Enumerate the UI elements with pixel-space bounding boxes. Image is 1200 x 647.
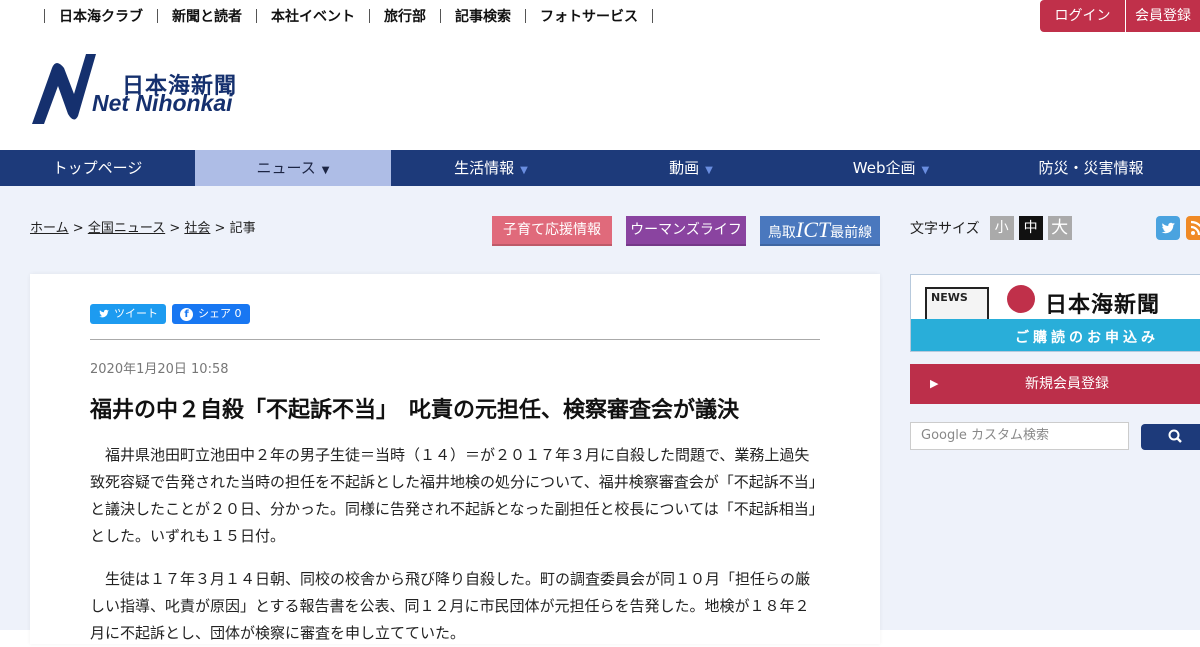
divider <box>525 9 526 23</box>
nav-video[interactable]: 動画 ▼ <box>591 150 791 186</box>
register-button[interactable]: 会員登録 <box>1126 0 1200 32</box>
nav-label: ニュース <box>256 159 316 177</box>
article-title: 福井の中２自殺「不起訴不当」 叱責の元担任、検察審査会が議決 <box>90 398 740 423</box>
caret-down-icon: ▼ <box>705 165 713 176</box>
search-button[interactable] <box>1141 424 1200 450</box>
search-input[interactable]: Google カスタム検索 <box>910 422 1129 450</box>
news-label: NEWS <box>931 291 968 304</box>
subscribe-banner[interactable]: NEWS 日本海新聞 ご購読のお申込み <box>910 274 1200 352</box>
nav-top[interactable]: トップページ <box>0 150 195 186</box>
subscribe-cta: ご購読のお申込み <box>911 319 1200 351</box>
main-nav: トップページ ニュース ▼ 生活情報 ▼ 動画 ▼ Web企画 ▼ 防災・災害情報 <box>0 150 1200 186</box>
breadcrumb-sep: > <box>72 221 84 236</box>
breadcrumb-sep: > <box>169 221 181 236</box>
divider <box>652 9 653 23</box>
breadcrumb-national[interactable]: 全国ニュース <box>88 221 165 236</box>
twitter-bird-icon <box>99 309 109 318</box>
nav-news[interactable]: ニュース ▼ <box>195 150 391 186</box>
utility-link-club[interactable]: 日本海クラブ <box>59 6 143 26</box>
utility-link-events[interactable]: 本社イベント <box>271 6 355 26</box>
paragraph-text: 生徒は１７年３月１４日朝、同校の校舎から飛び降り自殺した。町の調査委員会が同１０… <box>90 570 811 642</box>
font-size-label: 文字サイズ <box>910 221 980 237</box>
utility-link-readers[interactable]: 新聞と読者 <box>172 6 242 26</box>
paper-name: 日本海新聞 <box>1045 293 1161 318</box>
banner-women[interactable]: ウーマンズライフ <box>626 216 746 246</box>
utility-link-photo[interactable]: フォトサービス <box>540 6 638 26</box>
tweet-button[interactable]: ツイート <box>90 304 166 324</box>
utility-link-travel[interactable]: 旅行部 <box>384 6 426 26</box>
logo-subtitle: Net Nihonkai <box>92 90 233 116</box>
banner-ict[interactable]: 鳥取ICT最前線 <box>760 216 880 246</box>
font-size-large-button[interactable]: 大 <box>1047 216 1072 240</box>
share-divider <box>90 339 820 340</box>
utility-nav: 日本海クラブ 新聞と読者 本社イベント 旅行部 記事検索 フォトサービス <box>30 0 667 32</box>
new-member-button[interactable]: ▶ 新規会員登録 <box>910 364 1200 404</box>
share-buttons: ツイート f シェア 0 <box>90 304 250 324</box>
divider <box>440 9 441 23</box>
banner-ict-pre: 鳥取 <box>767 225 796 241</box>
search-icon <box>1168 429 1182 443</box>
caret-down-icon: ▼ <box>321 165 330 176</box>
article-paragraph: 生徒は１７年３月１４日朝、同校の校舎から飛び降り自殺した。町の調査委員会が同１０… <box>90 566 820 647</box>
breadcrumb: ホーム > 全国ニュース > 社会 > 記事 <box>30 217 256 236</box>
utility-link-search[interactable]: 記事検索 <box>455 6 511 26</box>
banner-ict-big: ICT <box>795 217 831 242</box>
logo-letter-icon <box>32 54 96 124</box>
facebook-icon: f <box>180 307 193 321</box>
nav-label: 生活情報 <box>454 159 515 177</box>
fb-count: 0 <box>234 307 242 320</box>
caret-down-icon: ▼ <box>921 165 930 176</box>
tweet-label: ツイート <box>114 307 158 320</box>
caret-down-icon: ▼ <box>520 165 528 176</box>
subscribe-label: ご購読のお申込み <box>1015 330 1159 346</box>
nav-disaster[interactable]: 防災・災害情報 <box>991 150 1191 186</box>
banner-ict-post: 最前線 <box>830 225 873 241</box>
play-icon: ▶ <box>930 377 939 390</box>
login-button[interactable]: ログイン <box>1040 0 1125 32</box>
article-paragraph: 福井県池田町立池田中２年の男子生徒＝当時（１４）＝が２０１７年３月に自殺した問題… <box>90 442 820 550</box>
rss-icon[interactable] <box>1186 216 1200 240</box>
nav-web[interactable]: Web企画 ▼ <box>791 150 991 186</box>
nav-life[interactable]: 生活情報 ▼ <box>391 150 591 186</box>
new-member-label: 新規会員登録 <box>1025 376 1109 392</box>
paper-emblem-icon <box>1007 285 1035 313</box>
article-date: 2020年1月20日 10:58 <box>90 362 229 377</box>
breadcrumb-society[interactable]: 社会 <box>184 221 210 236</box>
font-size-control: 文字サイズ 小 中 大 <box>910 216 1077 240</box>
breadcrumb-sep: > <box>214 221 226 236</box>
breadcrumb-current: 記事 <box>229 221 256 236</box>
divider <box>256 9 257 23</box>
facebook-share-button[interactable]: f シェア 0 <box>172 304 250 324</box>
nav-label: 防災・災害情報 <box>1038 159 1144 177</box>
site-logo[interactable]: 日本海新聞 Net Nihonkai <box>30 50 250 126</box>
banner-kids[interactable]: 子育て応援情報 <box>492 216 612 246</box>
nav-label: 動画 <box>669 159 700 177</box>
twitter-icon[interactable] <box>1156 216 1180 240</box>
font-size-medium-button[interactable]: 中 <box>1018 216 1043 240</box>
divider <box>369 9 370 23</box>
nav-label: Web企画 <box>852 159 916 177</box>
divider <box>44 9 45 23</box>
auth-buttons: ログイン 会員登録 <box>1040 0 1200 32</box>
paragraph-text: 福井県池田町立池田中２年の男子生徒＝当時（１４）＝が２０１７年３月に自殺した問題… <box>90 446 817 545</box>
fb-label: シェア <box>198 307 231 320</box>
article-card: ツイート f シェア 0 2020年1月20日 10:58 福井の中２自殺「不起… <box>30 274 880 644</box>
divider <box>157 9 158 23</box>
font-size-small-button[interactable]: 小 <box>989 216 1014 240</box>
nav-label: トップページ <box>52 159 143 177</box>
breadcrumb-home[interactable]: ホーム <box>30 221 69 236</box>
